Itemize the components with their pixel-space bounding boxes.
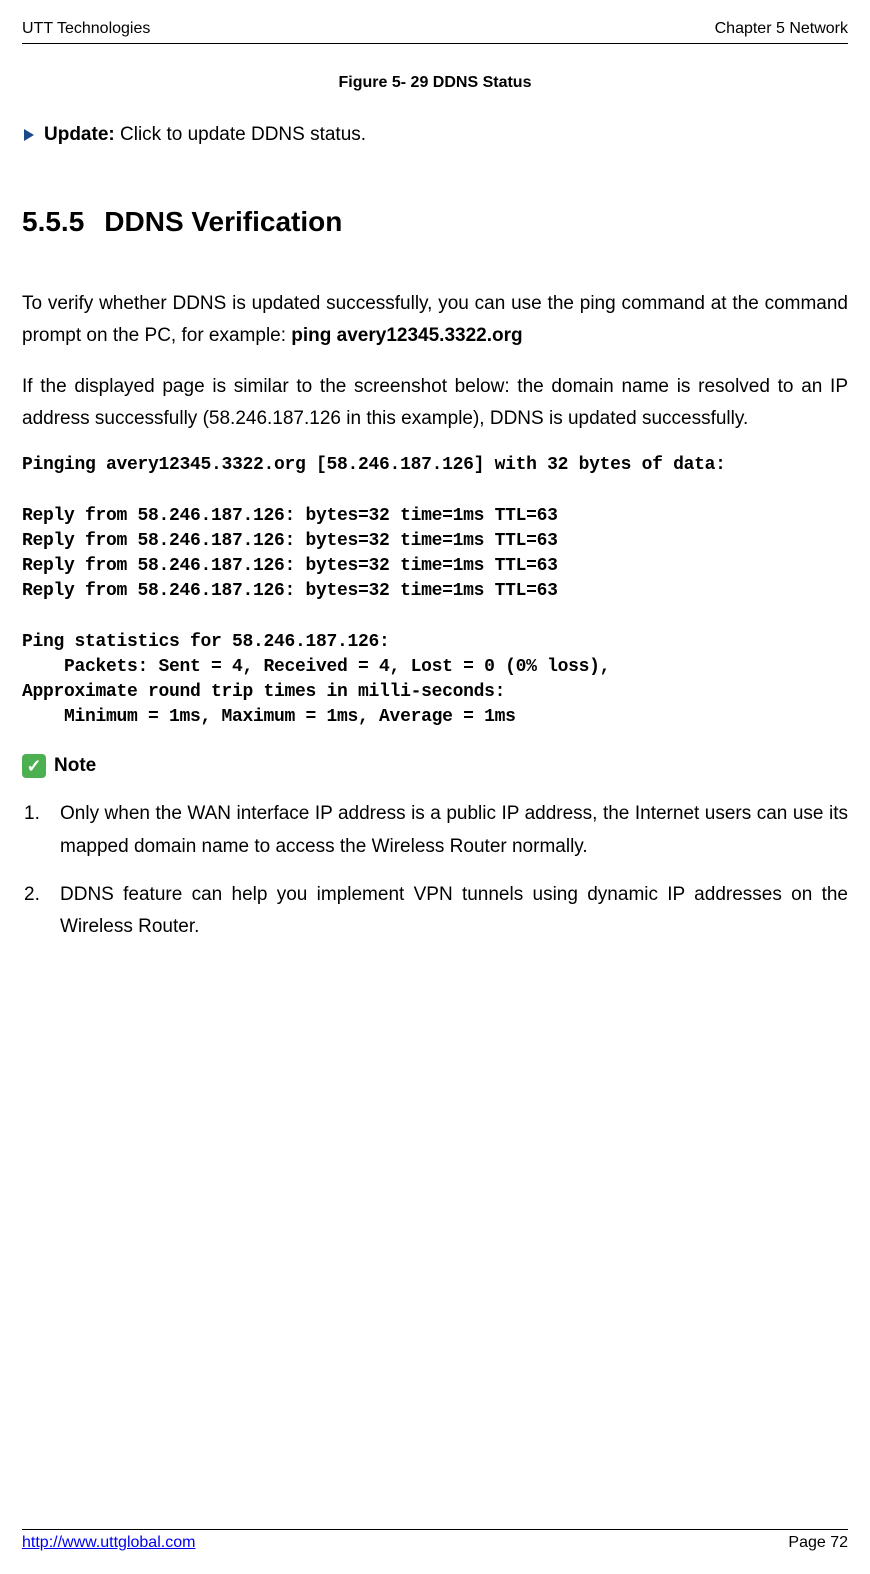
note-label: Note <box>54 755 96 777</box>
para1-command: ping avery12345.3322.org <box>291 325 522 346</box>
figure-caption: Figure 5- 29 DDNS Status <box>22 74 848 92</box>
note-text-1: Only when the WAN interface IP address i… <box>60 798 848 863</box>
paragraph-1: To verify whether DDNS is updated succes… <box>22 288 848 353</box>
footer-link[interactable]: http://www.uttglobal.com <box>22 1534 195 1552</box>
page-number: Page 72 <box>788 1534 848 1552</box>
ping-output-block: Pinging avery12345.3322.org [58.246.187.… <box>22 453 848 730</box>
update-description: Click to update DDNS status. <box>120 124 366 145</box>
update-row: Update: Click to update DDNS status. <box>22 124 848 146</box>
section-title: DDNS Verification <box>104 206 342 237</box>
header-left: UTT Technologies <box>22 20 150 38</box>
note-number-2: 2. <box>24 879 60 944</box>
note-number-1: 1. <box>24 798 60 863</box>
page-footer: http://www.uttglobal.com Page 72 <box>22 1529 848 1552</box>
note-list: 1. Only when the WAN interface IP addres… <box>22 798 848 943</box>
section-number: 5.5.5 <box>22 206 84 237</box>
list-item: 1. Only when the WAN interface IP addres… <box>24 798 848 863</box>
note-header: ✓ Note <box>22 754 848 778</box>
checkmark-icon: ✓ <box>22 754 46 778</box>
update-text: Update: Click to update DDNS status. <box>44 124 366 146</box>
paragraph-2: If the displayed page is similar to the … <box>22 371 848 436</box>
update-label: Update: <box>44 124 115 145</box>
list-item: 2. DDNS feature can help you implement V… <box>24 879 848 944</box>
note-text-2: DDNS feature can help you implement VPN … <box>60 879 848 944</box>
header-right: Chapter 5 Network <box>715 20 848 38</box>
page-header: UTT Technologies Chapter 5 Network <box>22 20 848 44</box>
section-heading: 5.5.5 DDNS Verification <box>22 206 848 238</box>
arrow-right-icon <box>24 129 34 141</box>
